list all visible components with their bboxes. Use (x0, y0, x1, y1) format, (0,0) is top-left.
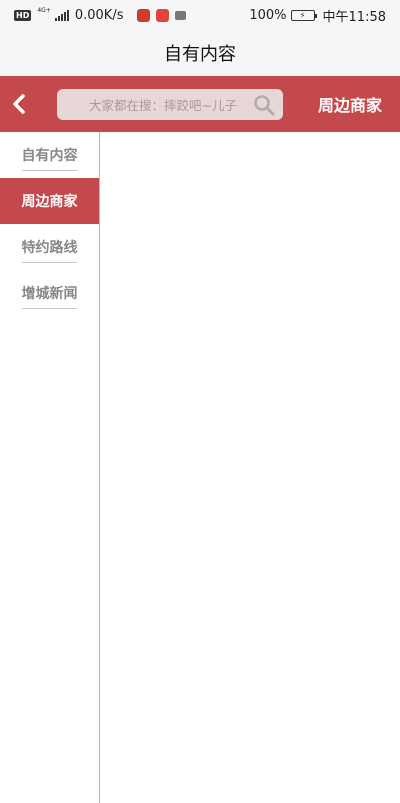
back-button[interactable] (0, 76, 38, 132)
chevron-left-icon (13, 94, 25, 114)
signal-icon (54, 9, 69, 21)
search-icon[interactable] (253, 94, 275, 116)
network-speed: 0.00K/s (74, 7, 124, 23)
header-title: 周边商家 (317, 96, 382, 115)
hd-badge: HD (14, 9, 32, 21)
status-right: 100% ⚡ 中午11:58 (249, 6, 386, 25)
sidebar-item-label: 特约路线 (21, 240, 78, 256)
network-type: 4G+ (37, 7, 51, 14)
sidebar-item-label: 增城新闻 (21, 286, 78, 302)
app-notification-icon-3 (175, 10, 187, 20)
sidebar-item-label: 自有内容 (21, 148, 78, 164)
sidebar-item-special-routes[interactable]: 特约路线 (0, 224, 99, 270)
content-area (101, 132, 400, 803)
sidebar-item-zengcheng-news[interactable]: 增城新闻 (0, 270, 99, 316)
header-bar: 大家都在搜：摔跤吧~儿子 周边商家 (0, 76, 400, 132)
app-notification-icon (137, 8, 151, 22)
search-input[interactable]: 大家都在搜：摔跤吧~儿子 (57, 89, 283, 120)
status-left: HD 4G+ 0.00K/s (14, 7, 187, 23)
search-placeholder: 大家都在搜：摔跤吧~儿子 (89, 98, 237, 113)
battery-percent: 100% (249, 7, 287, 23)
sidebar: 自有内容 周边商家 特约路线 增城新闻 (0, 132, 100, 803)
sidebar-item-nearby-merchants[interactable]: 周边商家 (0, 178, 99, 224)
sidebar-item-own-content[interactable]: 自有内容 (0, 132, 99, 178)
battery-icon: ⚡ (290, 9, 317, 21)
page-title: 自有内容 (164, 44, 236, 65)
sidebar-item-label: 周边商家 (21, 194, 78, 210)
app-notification-icon-2 (156, 8, 170, 22)
clock: 中午11:58 (322, 9, 386, 25)
status-bar: HD 4G+ 0.00K/s 100% ⚡ 中午11:58 (0, 0, 400, 30)
title-bar: 自有内容 (0, 30, 400, 76)
